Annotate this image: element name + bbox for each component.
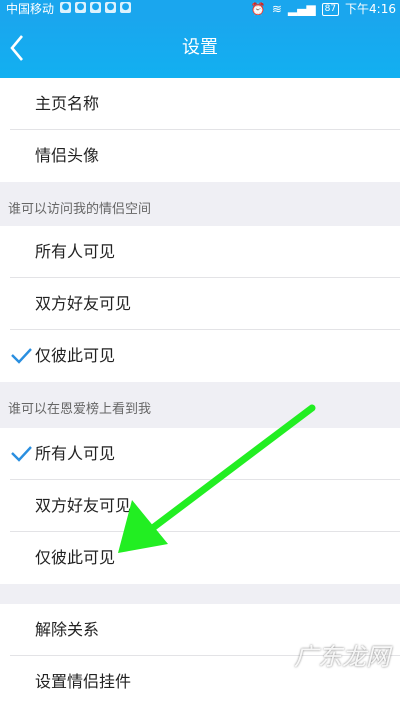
battery-level: 87 <box>321 2 340 16</box>
watermark: 广东龙网 <box>294 643 390 671</box>
clock: 下午4:16 <box>345 2 396 16</box>
setting-item-home-name[interactable]: 主页名称 <box>0 78 400 130</box>
checkmark-icon <box>11 348 32 364</box>
setting-item-label: 情侣头像 <box>35 146 100 165</box>
setting-item-label: 主页名称 <box>35 94 100 113</box>
app-notification-icon: ● <box>75 2 86 13</box>
carrier-label: 中国移动 <box>6 2 55 16</box>
checkmark-icon <box>11 446 32 462</box>
option-label: 仅彼此可见 <box>35 346 116 365</box>
setting-item-couple-avatar[interactable]: 情侣头像 <box>0 130 400 182</box>
visit-option-everyone[interactable]: 所有人可见 <box>0 226 400 278</box>
setting-item-label: 设置情侣挂件 <box>35 672 132 691</box>
app-notification-icon: ● <box>60 2 71 13</box>
option-label: 双方好友可见 <box>35 294 132 313</box>
setting-item-label: 解除关系 <box>35 620 100 639</box>
option-label: 所有人可见 <box>35 444 116 463</box>
visit-option-only-us[interactable]: 仅彼此可见 <box>0 330 400 382</box>
notification-icons: ● ● ● ● ● <box>60 2 131 13</box>
alarm-icon: ⏰ <box>250 2 266 16</box>
status-right: ⏰ ≋ ▂▄▆ 87 下午4:16 <box>251 0 396 18</box>
ranking-option-mutual-friends[interactable]: 双方好友可见 <box>0 480 400 532</box>
ranking-option-only-us[interactable]: 仅彼此可见 <box>0 532 400 584</box>
page-title: 设置 <box>182 37 218 58</box>
map-notification-icon: ● <box>105 2 116 13</box>
wifi-icon: ≋ <box>271 2 282 16</box>
app-notification-icon: ● <box>120 2 131 13</box>
ranking-option-everyone[interactable]: 所有人可见 <box>0 428 400 480</box>
navbar: 设置 <box>0 18 400 78</box>
visit-option-mutual-friends[interactable]: 双方好友可见 <box>0 278 400 330</box>
signal-icon: ▂▄▆ <box>287 2 316 16</box>
section-header-text: 谁可以在恩爱榜上看到我 <box>8 402 152 417</box>
section-header-ranking: 谁可以在恩爱榜上看到我 <box>0 388 400 432</box>
app-notification-icon: ● <box>90 2 101 13</box>
status-bar: 中国移动 ● ● ● ● ● ⏰ ≋ ▂▄▆ 87 下午4:16 <box>0 0 400 18</box>
option-label: 所有人可见 <box>35 242 116 261</box>
option-label: 仅彼此可见 <box>35 548 116 567</box>
option-label: 双方好友可见 <box>35 496 132 515</box>
